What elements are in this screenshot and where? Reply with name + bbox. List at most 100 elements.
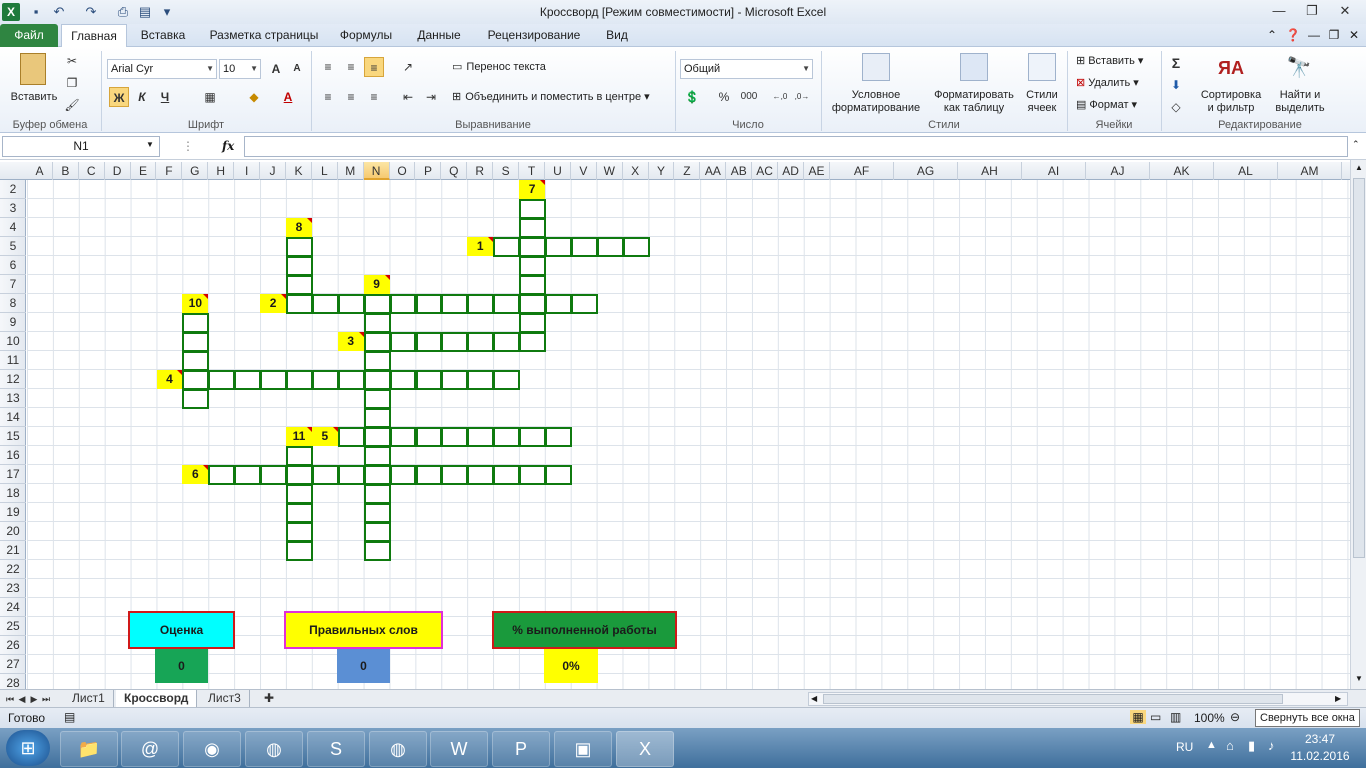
- scroll-left-icon[interactable]: ◀: [811, 693, 817, 705]
- zoom-level[interactable]: 100%: [1194, 711, 1225, 725]
- currency-format-icon[interactable]: 💲: [682, 87, 702, 107]
- doc-minimize-button[interactable]: —: [1304, 24, 1324, 47]
- column-header[interactable]: B: [53, 162, 79, 180]
- column-header[interactable]: AE: [804, 162, 830, 180]
- font-color-icon[interactable]: A: [278, 87, 298, 107]
- zoom-out-icon[interactable]: ⊖: [1230, 710, 1240, 724]
- row-header[interactable]: 20: [0, 522, 26, 541]
- network-icon[interactable]: ▮: [1248, 738, 1255, 754]
- scroll-up-icon[interactable]: ▲: [1353, 160, 1365, 176]
- clock-date[interactable]: 11.02.2016: [1284, 749, 1356, 763]
- close-button[interactable]: ✕: [1331, 2, 1359, 20]
- tray-arrow-icon[interactable]: ▲: [1206, 739, 1217, 751]
- format-cells-button[interactable]: ▤ Формат ▾: [1076, 99, 1158, 112]
- column-header[interactable]: Q: [441, 162, 468, 180]
- column-header[interactable]: AI: [1022, 162, 1086, 180]
- row-header[interactable]: 7: [0, 275, 26, 294]
- align-middle-icon[interactable]: ≡: [341, 57, 361, 77]
- row-header[interactable]: 4: [0, 218, 26, 237]
- row-header[interactable]: 13: [0, 389, 26, 408]
- language-indicator[interactable]: RU: [1176, 740, 1193, 754]
- sheet-tab-crossword[interactable]: Кроссворд: [116, 690, 198, 708]
- chrome-profile-icon[interactable]: ◍: [369, 731, 427, 767]
- row-header[interactable]: 6: [0, 256, 26, 275]
- clear-icon[interactable]: ◇: [1166, 97, 1186, 117]
- row-header[interactable]: 24: [0, 598, 26, 617]
- autosum-button[interactable]: Σ: [1166, 53, 1186, 73]
- tab-home[interactable]: Главная: [61, 24, 127, 48]
- minimize-button[interactable]: —: [1265, 2, 1293, 20]
- clock-time[interactable]: 23:47: [1290, 732, 1350, 746]
- thousands-separator-button[interactable]: 000: [736, 87, 762, 107]
- column-header[interactable]: O: [390, 162, 416, 180]
- sheet-tab-list3[interactable]: Лист3: [200, 690, 250, 708]
- vertical-scroll-thumb[interactable]: [1353, 178, 1365, 558]
- column-header[interactable]: N: [363, 162, 390, 180]
- font-size-select[interactable]: 10 ▼: [219, 59, 261, 79]
- column-header[interactable]: W: [597, 162, 623, 180]
- expand-formula-bar-icon[interactable]: ⌃: [1352, 139, 1360, 150]
- column-header[interactable]: E: [131, 162, 157, 180]
- row-header[interactable]: 14: [0, 408, 26, 427]
- paste-button[interactable]: Вставить: [8, 51, 60, 115]
- percent-style-button[interactable]: %: [714, 87, 734, 107]
- increase-decimal-icon[interactable]: ←,0: [770, 87, 790, 107]
- column-header[interactable]: C: [79, 162, 105, 180]
- doc-restore-button[interactable]: ❐: [1324, 24, 1344, 47]
- scroll-right-icon[interactable]: ▶: [1335, 693, 1341, 705]
- merge-center-button[interactable]: ⊞ Объединить и поместить в центре ▾: [452, 91, 674, 104]
- column-header[interactable]: J: [260, 162, 286, 180]
- word-icon[interactable]: W: [430, 731, 488, 767]
- row-header[interactable]: 8: [0, 294, 26, 313]
- scroll-down-icon[interactable]: ▼: [1353, 671, 1365, 687]
- column-header[interactable]: F: [157, 162, 183, 180]
- align-left-icon[interactable]: ≡: [318, 87, 338, 107]
- next-sheet-icon[interactable]: ▶: [28, 690, 40, 708]
- align-right-icon[interactable]: ≡: [364, 87, 384, 107]
- column-header[interactable]: H: [208, 162, 235, 180]
- row-header[interactable]: 2: [0, 180, 26, 199]
- column-header[interactable]: R: [467, 162, 494, 180]
- column-header[interactable]: AM: [1278, 162, 1342, 180]
- mail-agent-icon[interactable]: @: [121, 731, 179, 767]
- borders-icon[interactable]: ▦: [200, 87, 220, 107]
- row-header[interactable]: 11: [0, 351, 26, 370]
- row-header[interactable]: 22: [0, 560, 26, 579]
- start-button[interactable]: ⊞: [6, 730, 50, 766]
- italic-button[interactable]: К: [132, 87, 152, 107]
- decrease-decimal-icon[interactable]: ,0→: [792, 87, 812, 107]
- page-layout-view-icon[interactable]: ▭: [1150, 710, 1161, 724]
- row-header[interactable]: 21: [0, 541, 26, 560]
- row-header[interactable]: 5: [0, 237, 26, 256]
- find-select-button[interactable]: 🔭 Найти и выделить: [1268, 51, 1332, 115]
- bold-button[interactable]: Ж: [109, 87, 129, 107]
- tab-view[interactable]: Вид: [596, 24, 638, 47]
- sort-filter-button[interactable]: ЯА Сортировка и фильтр: [1196, 51, 1266, 115]
- format-as-table-button[interactable]: Форматировать как таблицу: [928, 51, 1020, 115]
- tab-page-layout[interactable]: Разметка страницы: [200, 24, 328, 47]
- column-header[interactable]: U: [545, 162, 571, 180]
- help-icon[interactable]: ❓: [1283, 24, 1303, 47]
- column-header[interactable]: T: [519, 162, 545, 180]
- orientation-icon[interactable]: ↗: [398, 57, 418, 77]
- format-painter-icon[interactable]: 🖌: [62, 95, 82, 115]
- column-header[interactable]: AK: [1150, 162, 1214, 180]
- conditional-formatting-button[interactable]: Условное форматирование: [826, 51, 926, 115]
- row-header[interactable]: 17: [0, 465, 26, 484]
- align-top-icon[interactable]: ≡: [318, 57, 338, 77]
- row-header[interactable]: 18: [0, 484, 26, 503]
- column-header[interactable]: AA: [700, 162, 727, 180]
- column-header[interactable]: D: [105, 162, 131, 180]
- column-header[interactable]: G: [182, 162, 209, 180]
- copy-icon[interactable]: ❐: [62, 73, 82, 93]
- name-box[interactable]: N1: [2, 136, 160, 157]
- row-header[interactable]: 15: [0, 427, 26, 446]
- doc-close-button[interactable]: ✕: [1344, 24, 1364, 47]
- column-header[interactable]: K: [286, 162, 312, 180]
- row-header[interactable]: 16: [0, 446, 26, 465]
- tab-review[interactable]: Рецензирование: [476, 24, 592, 47]
- horizontal-scrollbar[interactable]: ◀ ▶: [808, 692, 1348, 706]
- column-header[interactable]: V: [571, 162, 597, 180]
- column-header[interactable]: S: [493, 162, 520, 180]
- column-header[interactable]: AL: [1214, 162, 1278, 180]
